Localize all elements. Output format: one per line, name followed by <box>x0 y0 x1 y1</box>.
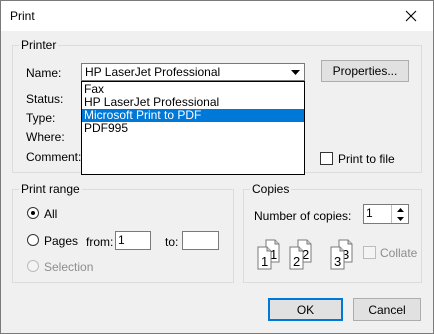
combo-arrow[interactable] <box>287 64 304 80</box>
print-to-file-checkbox[interactable] <box>320 152 333 165</box>
from-label: from: <box>86 235 114 249</box>
number-of-copies-label: Number of copies: <box>254 209 352 223</box>
ok-button[interactable]: OK <box>268 298 343 321</box>
chevron-down-icon <box>291 69 300 75</box>
printer-name-select[interactable]: HP LaserJet Professional <box>81 63 305 81</box>
type-label: Type: <box>26 111 56 125</box>
close-button[interactable] <box>389 1 433 31</box>
close-icon <box>405 10 417 22</box>
printer-dropdown-list[interactable]: Fax HP LaserJet Professional Microsoft P… <box>81 81 305 175</box>
title-bar: Print <box>1 1 433 31</box>
to-label: to: <box>165 235 179 249</box>
spin-down-button[interactable] <box>392 214 408 223</box>
chevron-up-icon <box>396 207 404 212</box>
copies-group-label: Copies <box>250 182 292 196</box>
copies-spinner[interactable] <box>391 205 408 223</box>
chevron-down-icon <box>396 216 404 221</box>
printer-option-pdf995[interactable]: PDF995 <box>82 122 304 135</box>
where-label: Where: <box>26 130 65 144</box>
comment-label: Comment: <box>26 150 82 164</box>
spin-up-button[interactable] <box>392 205 408 214</box>
svg-text:1: 1 <box>261 254 268 269</box>
collate-pages-icon: 1 1 2 2 3 3 <box>257 239 353 270</box>
range-selection-radio[interactable] <box>27 260 39 272</box>
range-pages-radio[interactable] <box>27 234 39 246</box>
range-all-label[interactable]: All <box>44 207 57 221</box>
from-input[interactable]: 1 <box>115 231 151 250</box>
svg-text:3: 3 <box>334 254 341 269</box>
print-to-file-label[interactable]: Print to file <box>338 152 395 166</box>
properties-button[interactable]: Properties... <box>321 60 409 82</box>
range-selection-label: Selection <box>44 260 94 274</box>
collate-checkbox[interactable] <box>363 246 376 259</box>
to-input[interactable] <box>182 231 219 250</box>
collate-label: Collate <box>380 246 418 260</box>
svg-text:2: 2 <box>293 254 300 269</box>
window-title: Print <box>10 9 35 23</box>
print-range-group-label: Print range <box>19 182 82 196</box>
range-all-radio[interactable] <box>27 207 39 219</box>
printer-group-label: Printer <box>19 38 59 52</box>
printer-name-value: HP LaserJet Professional <box>85 65 221 79</box>
print-dialog: Print Printer Name: Status: Type: Where:… <box>0 0 434 334</box>
cancel-button[interactable]: Cancel <box>353 298 421 321</box>
name-label: Name: <box>26 66 62 80</box>
status-label: Status: <box>26 92 64 106</box>
range-pages-label[interactable]: Pages <box>44 234 78 248</box>
